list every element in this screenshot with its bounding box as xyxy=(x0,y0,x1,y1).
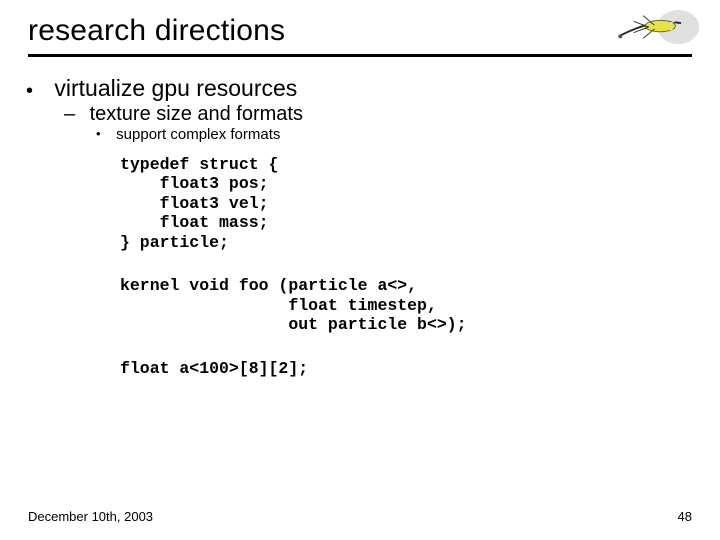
code-block-2: kernel void foo (particle a<>, float tim… xyxy=(120,276,692,334)
bullet2-text: texture size and formats xyxy=(90,103,303,125)
slide-title: research directions xyxy=(28,14,692,54)
footer-page-number: 48 xyxy=(678,509,692,524)
bullet3-text: support complex formats xyxy=(116,126,280,143)
code-block-1: typedef struct { float3 pos; float3 vel;… xyxy=(120,155,692,252)
bullet-level2: texture size and formats support complex… xyxy=(84,103,692,143)
title-rule xyxy=(28,54,692,57)
bullet1-text: virtualize gpu resources xyxy=(54,75,297,101)
footer-date: December 10th, 2003 xyxy=(28,509,153,524)
bullet-level3: support complex formats xyxy=(112,126,692,143)
code-block-3: float a<100>[8][2]; xyxy=(120,359,692,378)
fly-lure-logo xyxy=(607,6,702,48)
bullet-level1: virtualize gpu resources texture size an… xyxy=(48,75,692,143)
